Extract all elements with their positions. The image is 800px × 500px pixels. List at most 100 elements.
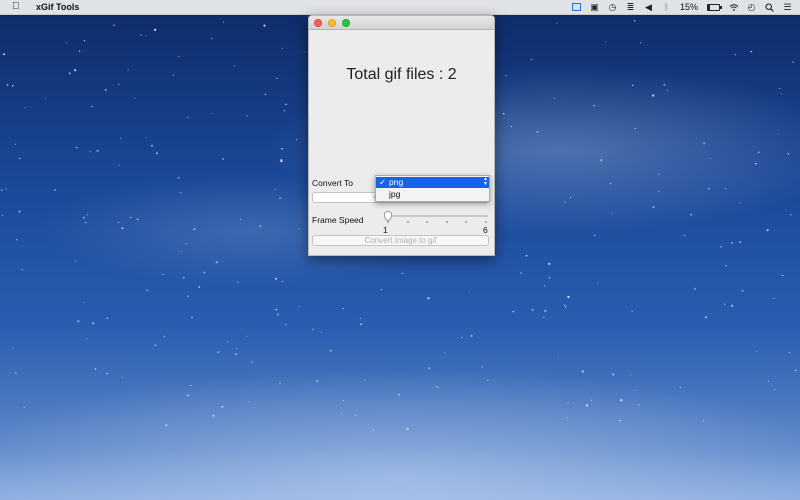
star (203, 271, 206, 274)
star (12, 347, 14, 349)
star (236, 281, 239, 283)
frame-speed-slider[interactable] (384, 211, 488, 221)
star (11, 85, 14, 87)
star (274, 277, 278, 280)
star (766, 229, 769, 232)
total-gif-count: Total gif files : 2 (346, 66, 457, 83)
star (285, 324, 287, 326)
display-icon[interactable]: ▣ (590, 2, 599, 12)
slider-max-label: 6 (483, 225, 488, 235)
star (666, 89, 669, 92)
star (340, 412, 343, 415)
time-machine-icon[interactable]: ◴ (747, 2, 756, 12)
clock-icon[interactable]: ◷ (608, 2, 617, 12)
star (285, 103, 287, 106)
star (117, 221, 120, 223)
star (298, 305, 300, 308)
star (581, 370, 584, 373)
star (739, 241, 742, 244)
star (127, 69, 129, 71)
star (564, 201, 566, 203)
star (436, 386, 438, 388)
star (86, 338, 88, 340)
chevron-updown-icon: ▲ ▼ (483, 176, 488, 188)
star (240, 218, 242, 220)
minimize-button[interactable] (328, 19, 336, 27)
star (121, 376, 124, 379)
close-button[interactable] (314, 19, 322, 27)
convert-image-to-gif-button[interactable]: Convert Image to gif (312, 235, 489, 246)
star (120, 137, 122, 139)
star (343, 400, 345, 402)
format-dropdown-menu[interactable]: ✓ png jpg ▲ ▼ (375, 175, 490, 202)
star (640, 42, 642, 44)
star (342, 307, 344, 309)
star (631, 310, 633, 313)
star (461, 336, 463, 338)
star (354, 414, 357, 417)
star (24, 107, 26, 109)
star (263, 24, 266, 27)
app-menu-name[interactable]: xGif Tools (36, 2, 79, 12)
star (609, 182, 612, 185)
star (276, 313, 280, 316)
slider-knob[interactable] (384, 211, 392, 221)
list-icon[interactable]: ≣ (626, 2, 635, 12)
star (544, 285, 546, 287)
star (702, 420, 705, 422)
star (121, 227, 124, 230)
notification-center-icon[interactable]: ☰ (783, 2, 792, 12)
star (5, 188, 7, 190)
star (530, 58, 533, 61)
star (85, 221, 87, 224)
star (768, 380, 770, 382)
star (658, 173, 660, 176)
star (725, 188, 727, 190)
star (146, 289, 148, 292)
star (259, 225, 262, 227)
star (3, 53, 5, 56)
battery-percent[interactable]: 15% (680, 2, 698, 12)
volume-icon[interactable]: ◀ (644, 2, 653, 12)
battery-icon[interactable] (707, 3, 722, 11)
star (703, 142, 706, 145)
search-icon[interactable] (765, 2, 774, 12)
star (150, 144, 154, 147)
wifi-icon[interactable] (729, 3, 739, 12)
status-menus: ▣ ◷ ≣ ◀ ᛒ 15% ◴ ☰ (571, 0, 792, 14)
bluetooth-icon[interactable]: ᛒ (662, 2, 671, 12)
star (190, 384, 192, 386)
slider-tick (465, 221, 468, 223)
zoom-button[interactable] (342, 19, 350, 27)
star (172, 74, 174, 76)
star (585, 404, 589, 407)
star (510, 125, 512, 128)
dropdown-option-label: jpg (389, 189, 401, 199)
grid-icon[interactable] (571, 3, 581, 11)
star (693, 287, 697, 290)
star (193, 228, 196, 230)
dropdown-option-jpg[interactable]: jpg (376, 189, 489, 200)
star (777, 133, 779, 135)
star (741, 289, 744, 292)
star (631, 84, 634, 87)
star (548, 277, 551, 279)
star (787, 153, 789, 155)
apple-icon[interactable]:  (12, 0, 22, 14)
star (145, 35, 147, 37)
star (520, 272, 522, 274)
title-bar[interactable] (309, 16, 494, 30)
star (553, 98, 555, 100)
star (779, 88, 781, 90)
dropdown-option-png[interactable]: ✓ png (376, 177, 489, 188)
star (118, 83, 120, 86)
slider-tick (387, 221, 389, 223)
star (663, 83, 666, 86)
star (281, 47, 283, 49)
star (634, 389, 636, 391)
star (75, 260, 77, 263)
star (795, 369, 797, 372)
star (15, 238, 18, 241)
star (212, 414, 215, 417)
star (246, 335, 248, 337)
